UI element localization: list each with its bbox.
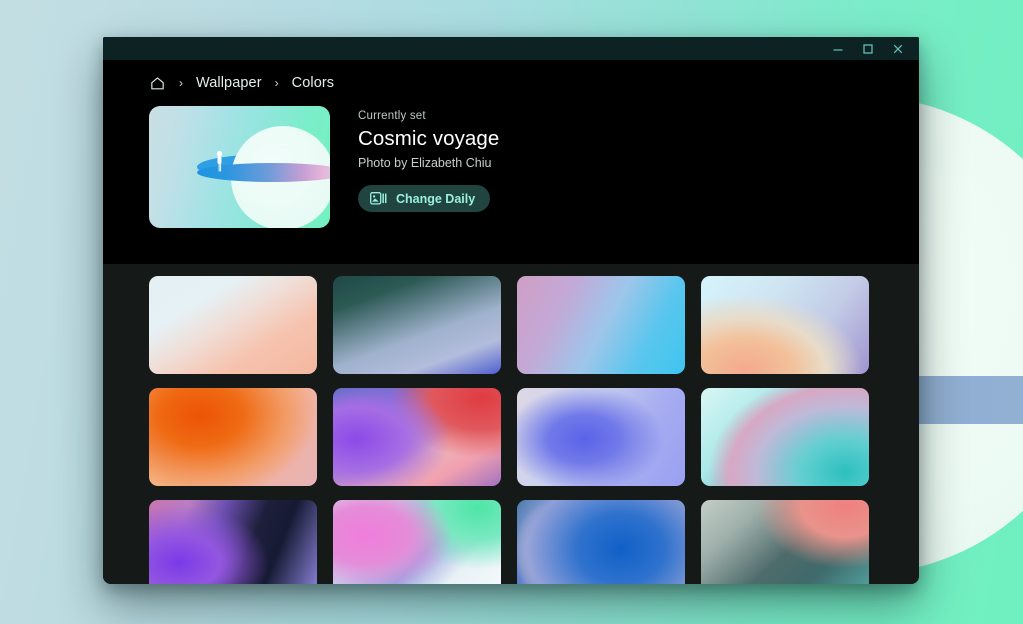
wallpaper-tile-10[interactable]	[333, 500, 501, 584]
breadcrumb-separator-2: ›	[274, 76, 279, 90]
window-titlebar	[103, 37, 919, 60]
wallpaper-tile-12[interactable]	[701, 500, 869, 584]
breadcrumb-separator-1: ›	[179, 76, 183, 90]
slideshow-icon	[370, 192, 387, 205]
hero-body: Currently set Cosmic voyage Photo by Eli…	[103, 106, 919, 264]
wallpaper-tile-6[interactable]	[333, 388, 501, 486]
desktop: › Wallpaper › Colors Currently set Cosmi…	[0, 0, 1023, 624]
wallpaper-tile-4[interactable]	[701, 276, 869, 374]
hero-section: › Wallpaper › Colors Currently set Cosmi…	[103, 60, 919, 264]
wallpaper-author: Photo by Elizabeth Chiu	[358, 156, 492, 170]
wallpaper-tile-11[interactable]	[517, 500, 685, 584]
currently-set-label: Currently set	[358, 110, 426, 122]
wallpaper-tile-8[interactable]	[701, 388, 869, 486]
wallpaper-tile-3[interactable]	[517, 276, 685, 374]
wallpaper-grid-section	[103, 264, 919, 584]
wallpaper-tile-1[interactable]	[149, 276, 317, 374]
close-button[interactable]	[883, 38, 913, 60]
wallpaper-title: Cosmic voyage	[358, 127, 500, 150]
home-icon[interactable]	[149, 75, 166, 92]
change-daily-button[interactable]: Change Daily	[358, 185, 491, 212]
breadcrumb-item-colors[interactable]: Colors	[292, 75, 335, 91]
thumbnail-astronaut-icon	[216, 150, 223, 172]
breadcrumb-item-wallpaper[interactable]: Wallpaper	[196, 75, 262, 91]
breadcrumb: › Wallpaper › Colors	[103, 60, 919, 106]
wallpaper-grid	[149, 276, 919, 584]
wallpaper-app-window: › Wallpaper › Colors Currently set Cosmi…	[103, 37, 919, 584]
maximize-button[interactable]	[853, 38, 883, 60]
wallpaper-tile-5[interactable]	[149, 388, 317, 486]
wallpaper-tile-7[interactable]	[517, 388, 685, 486]
current-wallpaper-thumbnail[interactable]	[149, 106, 330, 228]
wallpaper-tile-2[interactable]	[333, 276, 501, 374]
change-daily-label: Change Daily	[396, 191, 476, 206]
hero-info: Currently set Cosmic voyage Photo by Eli…	[358, 106, 499, 212]
minimize-button[interactable]	[823, 38, 853, 60]
wallpaper-tile-9[interactable]	[149, 500, 317, 584]
